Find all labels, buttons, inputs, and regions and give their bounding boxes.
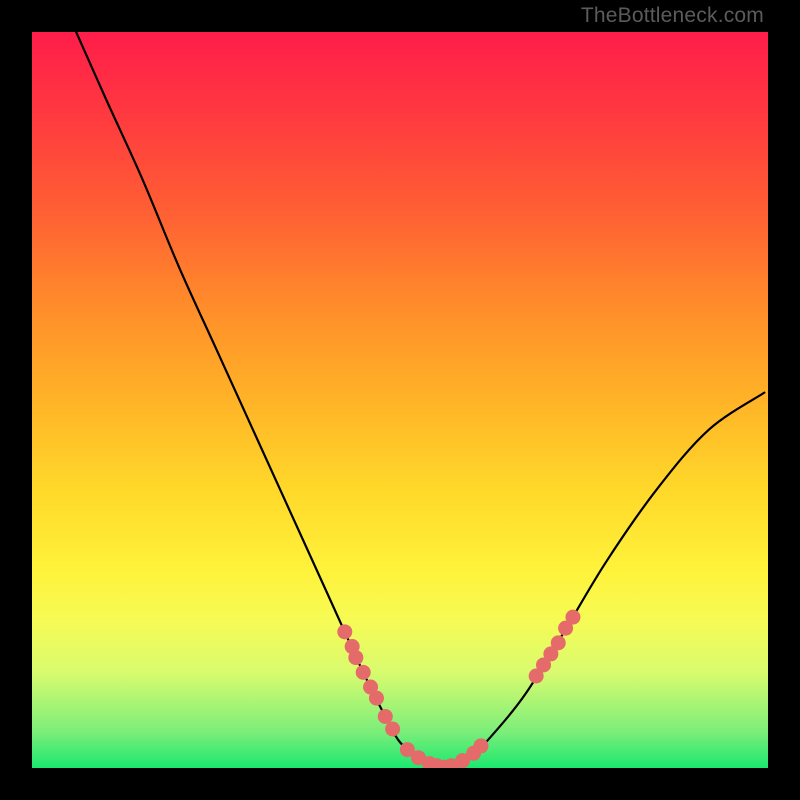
marker-dot	[551, 635, 566, 650]
curve-left	[76, 32, 444, 768]
chart-svg	[32, 32, 768, 768]
markers-group	[337, 610, 580, 768]
chart-frame: TheBottleneck.com	[0, 0, 800, 800]
marker-dot	[348, 650, 363, 665]
curve-right	[444, 393, 764, 768]
marker-dot	[565, 610, 580, 625]
marker-dot	[369, 691, 384, 706]
marker-dot	[356, 665, 371, 680]
marker-dot	[378, 709, 393, 724]
marker-dot	[337, 624, 352, 639]
plot-area	[32, 32, 768, 768]
watermark-label: TheBottleneck.com	[581, 4, 764, 28]
marker-dot	[473, 738, 488, 753]
marker-dot	[385, 721, 400, 736]
